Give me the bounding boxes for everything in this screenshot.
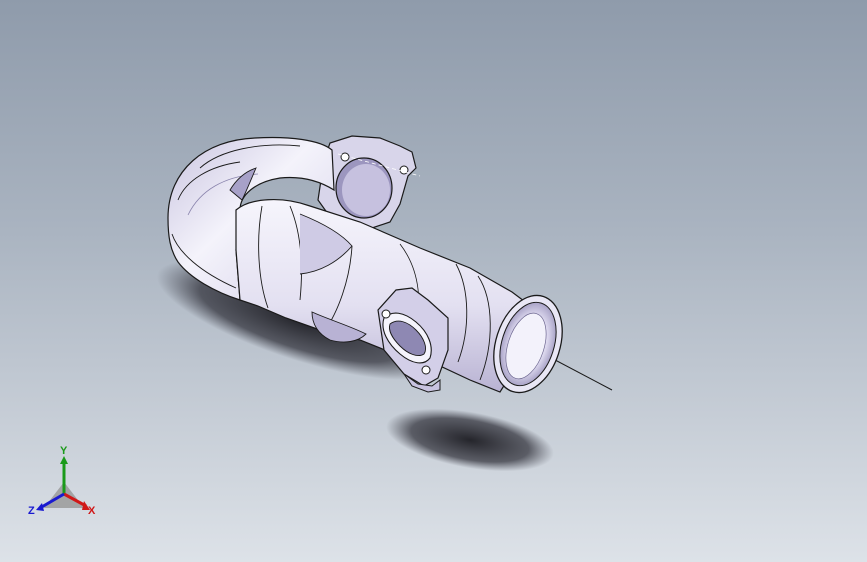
z-axis-label: Z xyxy=(28,505,35,517)
y-axis-head xyxy=(60,456,68,464)
model-view[interactable] xyxy=(0,0,867,562)
x-axis-label: X xyxy=(88,505,96,517)
model-shadow-tail xyxy=(386,408,554,472)
z-axis-head xyxy=(36,503,44,511)
reference-triad: Y X Z xyxy=(22,444,112,524)
y-axis-label: Y xyxy=(60,445,68,457)
graphics-viewport[interactable]: Y X Z xyxy=(0,0,867,562)
